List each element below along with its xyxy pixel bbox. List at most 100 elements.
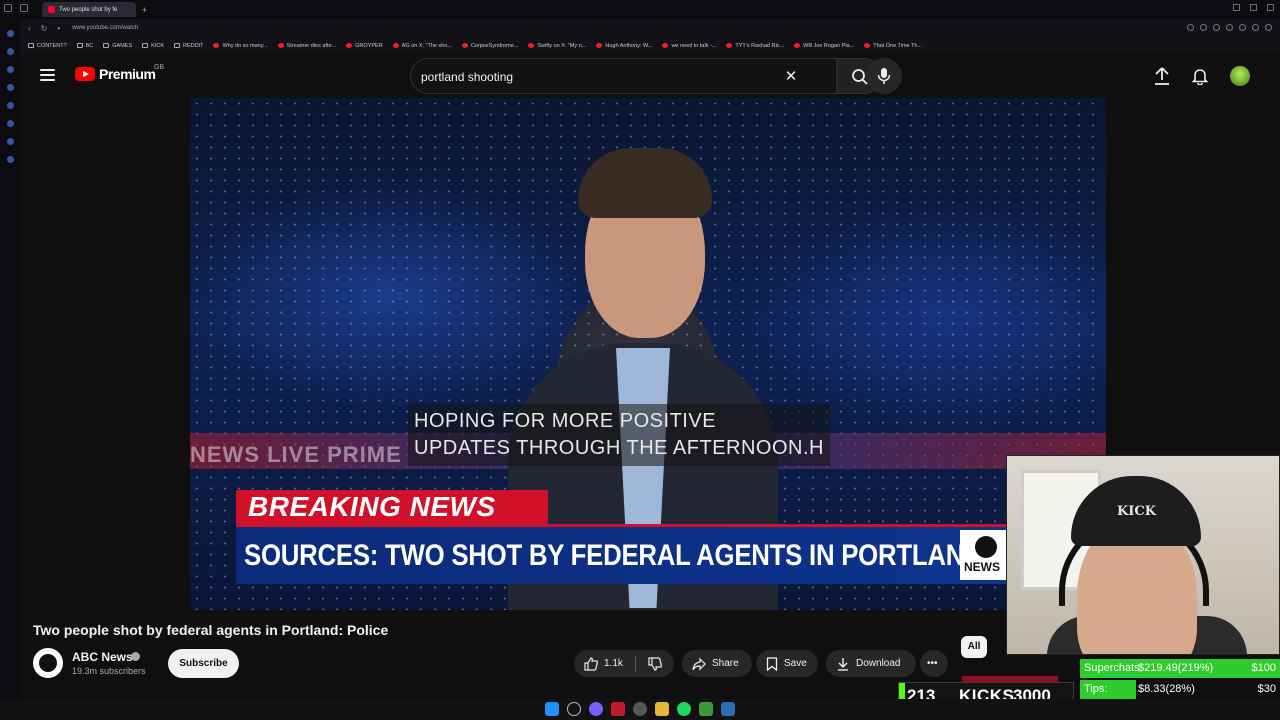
youtube-logo[interactable]: Premium bbox=[75, 66, 156, 82]
taskbar-browser-icon[interactable] bbox=[611, 702, 625, 716]
new-tab-icon[interactable]: + bbox=[142, 5, 147, 15]
download-button[interactable]: Download bbox=[826, 650, 916, 677]
save-button[interactable]: Save bbox=[756, 650, 818, 677]
bookmark-save-icon bbox=[766, 656, 778, 671]
bookmark-label: GAMES bbox=[112, 42, 133, 49]
bookmark-item[interactable]: we need to talk -... bbox=[662, 43, 716, 49]
share-button[interactable]: Share bbox=[682, 650, 752, 677]
channel-avatar[interactable] bbox=[33, 648, 63, 678]
sidebar-app-icon[interactable] bbox=[6, 138, 14, 145]
download-label: Download bbox=[856, 658, 901, 669]
channel-name[interactable]: ABC News bbox=[72, 650, 133, 664]
browser-tab-active[interactable]: Two people shot by fe bbox=[42, 2, 136, 17]
voice-search-button[interactable] bbox=[866, 58, 902, 94]
windows-start-icon[interactable] bbox=[545, 702, 559, 716]
cap-logo-text: KICK bbox=[1117, 504, 1157, 519]
subscribe-button[interactable]: Subscribe bbox=[168, 649, 239, 678]
site-favicon-icon bbox=[794, 43, 801, 48]
folder-icon bbox=[76, 43, 83, 48]
extension-icon[interactable] bbox=[1200, 24, 1207, 31]
abc-logo-icon bbox=[975, 536, 997, 558]
upload-icon[interactable] bbox=[1154, 67, 1170, 85]
bookmark-item[interactable]: KICK bbox=[142, 43, 164, 49]
bookmark-item[interactable]: CONTENT? bbox=[28, 43, 67, 49]
zoom-icon[interactable] bbox=[1187, 24, 1194, 31]
like-dislike-group: 1.1k bbox=[574, 650, 674, 677]
goal-target: $100 bbox=[1251, 662, 1276, 674]
maximize-icon[interactable] bbox=[1250, 4, 1257, 11]
browser-sidebar-controls bbox=[4, 4, 28, 12]
bookmark-item[interactable]: Swifty on X: "My n... bbox=[528, 43, 586, 49]
like-count[interactable]: 1.1k bbox=[604, 658, 623, 669]
bookmark-item[interactable]: TYT's Rashad Ric... bbox=[726, 43, 784, 49]
sidebar-app-icon[interactable] bbox=[6, 84, 14, 91]
header-actions bbox=[1154, 66, 1250, 86]
sidebar-app-icon[interactable] bbox=[6, 120, 14, 127]
closed-caption: HOPING FOR MORE POSITIVE UPDATES THROUGH… bbox=[408, 404, 830, 466]
bookmark-item[interactable]: Streamer dies afte... bbox=[277, 43, 336, 49]
bell-icon[interactable] bbox=[1192, 67, 1208, 85]
download-tool-icon[interactable] bbox=[1252, 24, 1259, 31]
more-horizontal-icon: ••• bbox=[927, 658, 938, 669]
chip-all[interactable]: All bbox=[961, 636, 987, 658]
shield-icon[interactable] bbox=[1213, 24, 1220, 31]
bookmark-item[interactable]: GAMES bbox=[103, 43, 132, 49]
thumbs-up-icon[interactable] bbox=[584, 656, 598, 671]
bookmark-item[interactable]: CorpseSyndrome... bbox=[461, 43, 518, 49]
youtube-header: Premium GB ✕ bbox=[20, 54, 1280, 98]
taskbar-spotify-icon[interactable] bbox=[677, 702, 691, 716]
thumbs-down-icon[interactable] bbox=[648, 656, 662, 671]
bookmark-label: TYT's Rashad Ric... bbox=[735, 42, 785, 49]
site-favicon-icon bbox=[392, 43, 399, 48]
like-divider bbox=[634, 655, 636, 672]
taskbar-search-icon[interactable] bbox=[567, 702, 581, 716]
taskbar-app-icon[interactable] bbox=[589, 702, 603, 716]
search-input[interactable] bbox=[421, 67, 781, 87]
close-icon[interactable]: ✕ bbox=[783, 69, 799, 85]
bookmark-label: Swifty on X: "My n... bbox=[537, 42, 587, 49]
browser-menu-icon[interactable] bbox=[4, 4, 12, 12]
bookmark-item[interactable]: AG on X: "The sho... bbox=[392, 43, 452, 49]
bookmark-item[interactable]: Why do so many... bbox=[213, 42, 268, 49]
bookmark-item[interactable]: That One Time Th... bbox=[864, 43, 922, 49]
sidebar-app-icon[interactable] bbox=[6, 156, 14, 163]
bookmark-label: Why do so many... bbox=[222, 42, 268, 49]
bookmark-item[interactable]: REDDIT bbox=[174, 43, 203, 49]
folder-icon bbox=[28, 43, 34, 48]
bookmark-item[interactable]: Will Joe Rogan Pla... bbox=[794, 43, 854, 49]
download-icon bbox=[838, 657, 848, 671]
bookmark-label: CONTENT? bbox=[37, 42, 67, 49]
reload-icon[interactable]: ↻ bbox=[41, 24, 48, 33]
taskbar-steam-icon[interactable] bbox=[721, 702, 735, 716]
bookmark-item[interactable]: Hugh Anthony: W... bbox=[596, 43, 652, 49]
bookmark-item[interactable]: GROYPER bbox=[346, 43, 383, 49]
sidebar-app-icon[interactable] bbox=[6, 30, 14, 37]
site-favicon-icon bbox=[528, 43, 535, 48]
ai-icon[interactable] bbox=[1265, 24, 1272, 31]
menu-icon[interactable] bbox=[40, 69, 55, 81]
more-actions-button[interactable]: ••• bbox=[920, 650, 948, 677]
back-icon[interactable]: ‹ bbox=[28, 24, 31, 33]
site-favicon-icon bbox=[662, 43, 669, 48]
close-window-icon[interactable] bbox=[1267, 4, 1274, 11]
video-player[interactable]: NEWS LIVE PRIME HOPING FOR MORE POSITIVE… bbox=[190, 98, 1106, 610]
minimize-icon[interactable] bbox=[1233, 4, 1240, 11]
taskbar-obs-icon[interactable] bbox=[633, 702, 647, 716]
bookmark-item[interactable]: BC bbox=[76, 43, 93, 49]
heart-icon[interactable] bbox=[1239, 24, 1246, 31]
search-box[interactable]: ✕ bbox=[410, 58, 836, 94]
mic-icon bbox=[877, 68, 891, 84]
sidebar-app-icon[interactable] bbox=[6, 102, 14, 109]
sidebar-app-icon[interactable] bbox=[6, 66, 14, 73]
url-field[interactable]: www.youtube.com/watch bbox=[72, 25, 138, 31]
save-label: Save bbox=[784, 658, 807, 669]
taskbar-xbox-icon[interactable] bbox=[699, 702, 713, 716]
workspaces-icon[interactable] bbox=[20, 4, 28, 12]
news-anchor-hair bbox=[578, 148, 712, 218]
goal-value: $219.49(219%) bbox=[1138, 662, 1214, 674]
folder-icon bbox=[142, 43, 149, 48]
bookmark-icon[interactable] bbox=[1226, 24, 1233, 31]
taskbar-folder-icon[interactable] bbox=[655, 702, 669, 716]
sidebar-app-icon[interactable] bbox=[6, 48, 14, 55]
avatar[interactable] bbox=[1230, 66, 1250, 86]
